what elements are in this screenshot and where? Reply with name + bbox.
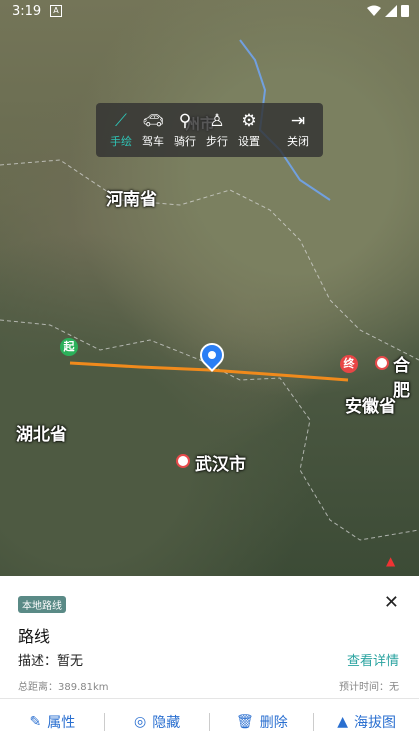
route-mode-toolbar: ⟋ 手绘 🚗︎ 驾车 ⚲ 骑行 ♙ 步行 ⚙ 设置 ⇥ 关闭 (96, 103, 323, 157)
action-label: 属性 (47, 715, 76, 731)
eye-hidden-icon: ◎ (134, 714, 147, 730)
system-icons (366, 4, 409, 21)
action-bar: ✎ 属性 ◎ 隐藏 🗑︎ 删除 ▲ 海拔图 (0, 700, 419, 744)
edit-icon: ✎ (29, 714, 42, 730)
city-dot-hefei (375, 356, 389, 370)
route-description: 描述：暂无 (18, 654, 84, 669)
tool-label: 步行 (206, 135, 228, 148)
start-marker[interactable]: 起 (60, 338, 78, 356)
tool-label: 驾车 (142, 135, 164, 148)
action-label: 海拔图 (354, 715, 397, 731)
map-label-hubei: 湖北省 (16, 425, 67, 445)
delete-button[interactable]: 🗑︎ 删除 (210, 700, 315, 744)
tool-label: 手绘 (110, 135, 132, 148)
route-info-panel: 本地路线 ✕ 路线 描述：暂无 查看详情 总距离：389.81km 预计时间：无… (0, 576, 419, 744)
status-bar: 3:19 A (0, 0, 419, 24)
elevation-chart-button[interactable]: ▲ 海拔图 (314, 700, 419, 744)
view-details-link[interactable]: 查看详情 (347, 650, 399, 669)
estimated-time: 预计时间：无 (339, 682, 399, 693)
properties-button[interactable]: ✎ 属性 (0, 700, 105, 744)
tool-label: 骑行 (174, 135, 196, 148)
hand-draw-icon: ⟋ (115, 111, 127, 131)
compass-icon[interactable]: ▲ (386, 554, 395, 568)
hide-button[interactable]: ◎ 隐藏 (105, 700, 210, 744)
end-marker[interactable]: 终 (340, 355, 358, 373)
route-type-badge: 本地路线 (18, 596, 66, 613)
map-label-wuhan: 武汉市 (195, 455, 246, 475)
trash-icon: 🗑︎ (235, 714, 254, 730)
notification-icon: A (50, 5, 62, 17)
map-label-anhui: 安徽省 (345, 397, 396, 417)
tool-walk[interactable]: ♙ 步行 (200, 109, 234, 149)
close-icon[interactable]: ✕ (384, 592, 399, 613)
satellite-map[interactable]: 3:19 A 州市 ⟋ 手绘 🚗︎ 驾车 ⚲ 骑行 ♙ 步行 ⚙ 设置 (0, 0, 419, 576)
tool-hand-draw[interactable]: ⟋ 手绘 (104, 109, 138, 149)
signal-icon (384, 5, 397, 17)
action-label: 删除 (259, 715, 288, 731)
tool-label: 关闭 (287, 135, 309, 148)
mountain-icon: ▲ (337, 714, 349, 730)
city-dot-wuhan (176, 454, 190, 468)
tool-close[interactable]: ⇥ 关闭 (281, 109, 315, 149)
tool-settings[interactable]: ⚙ 设置 (232, 109, 266, 149)
map-label-hefei: 合肥 (393, 356, 410, 401)
total-distance: 总距离：389.81km (18, 682, 109, 693)
bicycle-icon: ⚲ (178, 111, 192, 131)
action-label: 隐藏 (152, 715, 181, 731)
exit-icon: ⇥ (290, 111, 306, 131)
tool-bike[interactable]: ⚲ 骑行 (168, 109, 202, 149)
map-label-henan: 河南省 (106, 190, 157, 210)
gear-icon: ⚙ (241, 111, 257, 131)
battery-icon (401, 5, 409, 17)
car-icon: 🚗︎ (142, 111, 164, 131)
divider (0, 698, 419, 699)
walk-icon: ♙ (209, 111, 225, 131)
wifi-icon (366, 5, 381, 16)
map-boundaries (0, 39, 419, 541)
clock: 3:19 (12, 4, 42, 19)
route-title: 路线 (18, 627, 51, 646)
tool-label: 设置 (238, 135, 260, 148)
tool-drive[interactable]: 🚗︎ 驾车 (136, 109, 170, 149)
